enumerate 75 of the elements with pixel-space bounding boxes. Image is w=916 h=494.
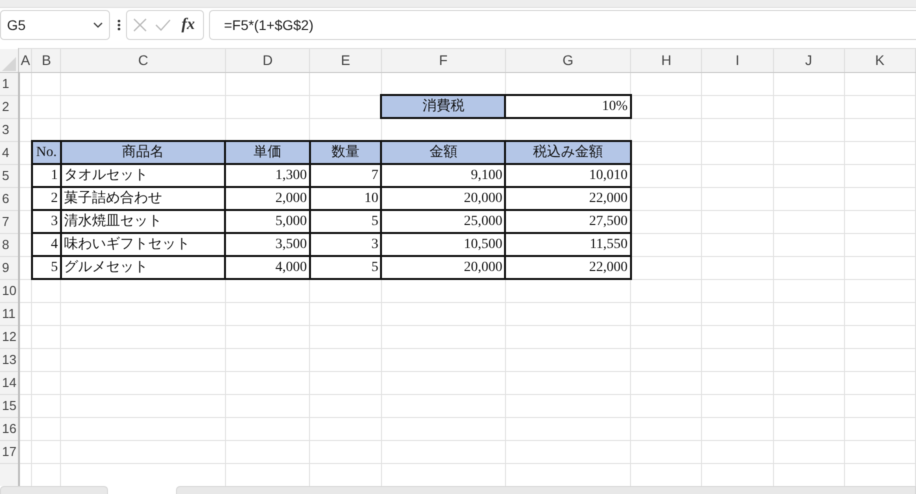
insert-function-button[interactable]: fx [180,16,197,34]
tax-label: 消費税 [381,95,506,118]
table-cell: 3 [32,210,61,233]
row-header[interactable]: 4 [0,141,19,164]
table-cell: 25,000 [381,210,506,233]
row-header[interactable]: 3 [0,118,19,141]
column-header[interactable]: D [225,48,310,72]
table-cell: 4 [32,233,61,256]
row-header[interactable]: 10 [0,279,19,302]
table-cell: 9,100 [381,164,506,187]
column-header[interactable]: C [60,48,226,72]
table-cell: 20,000 [381,256,506,279]
scrollbar[interactable] [176,486,916,494]
column-header[interactable]: H [630,48,702,72]
sheet-tab-bar[interactable] [0,486,108,494]
table-cell: 1,300 [225,164,310,187]
row-header[interactable]: 16 [0,417,19,440]
table-cell: 5 [310,210,382,233]
table-cell: 味わいギフトセット [60,233,226,256]
table-cell: 10,500 [381,233,506,256]
row-header[interactable]: 6 [0,187,19,210]
table-cell: 2 [32,187,61,210]
column-header[interactable]: F [381,48,506,72]
table-cell: 2,000 [225,187,310,210]
row-header[interactable]: 8 [0,233,19,256]
more-icon[interactable] [117,19,121,31]
row-header[interactable]: 14 [0,371,19,394]
table-header: No. [32,141,61,164]
column-header[interactable]: K [844,48,916,72]
column-header[interactable]: G [505,48,631,72]
table-cell: 22,000 [505,256,631,279]
column-header[interactable]: A [18,48,32,72]
table-cell: 10,010 [505,164,631,187]
table-cell: 11,550 [505,233,631,256]
column-header[interactable]: I [702,48,773,72]
row-header[interactable]: 12 [0,325,19,348]
table-cell: 5 [32,256,61,279]
table-header: 数量 [310,141,382,164]
table-header: 税込み金額 [505,141,631,164]
caret-icon [93,22,103,28]
row-header[interactable]: 13 [0,348,19,371]
row-header[interactable]: 1 [0,72,19,95]
table-header: 金額 [381,141,506,164]
table-cell: 1 [32,164,61,187]
table-cell: 3,500 [225,233,310,256]
table-cell: 3 [310,233,382,256]
check-icon[interactable] [155,19,172,31]
row-header[interactable]: 11 [0,302,19,325]
table-cell: 5,000 [225,210,310,233]
table-cell: 菓子詰め合わせ [60,187,226,210]
row-header[interactable]: 5 [0,164,19,187]
column-header[interactable]: E [310,48,382,72]
table-cell: グルメセット [60,256,226,279]
table-cell: 22,000 [505,187,631,210]
table-cell: 清水焼皿セット [60,210,226,233]
table-cell: 10 [310,187,382,210]
close-icon[interactable] [133,18,148,32]
column-header[interactable]: J [773,48,844,72]
table-cell: 20,000 [381,187,506,210]
tax-rate: 10% [505,95,631,118]
table-cell: 4,000 [225,256,310,279]
table-cell: タオルセット [60,164,226,187]
formula-field[interactable]: =F5*(1+$G$2) [209,10,916,40]
row-header[interactable]: 2 [0,95,19,118]
name-box[interactable]: G5 [0,10,110,40]
row-header[interactable]: 17 [0,440,19,463]
table-header: 商品名 [60,141,226,164]
table-cell: 5 [310,256,382,279]
table-cell: 27,500 [505,210,631,233]
table-cell: 7 [310,164,382,187]
row-header[interactable]: 7 [0,210,19,233]
table-header: 単価 [225,141,310,164]
row-header[interactable]: 9 [0,256,19,279]
column-header[interactable]: B [32,48,61,72]
row-header[interactable]: 15 [0,394,19,417]
